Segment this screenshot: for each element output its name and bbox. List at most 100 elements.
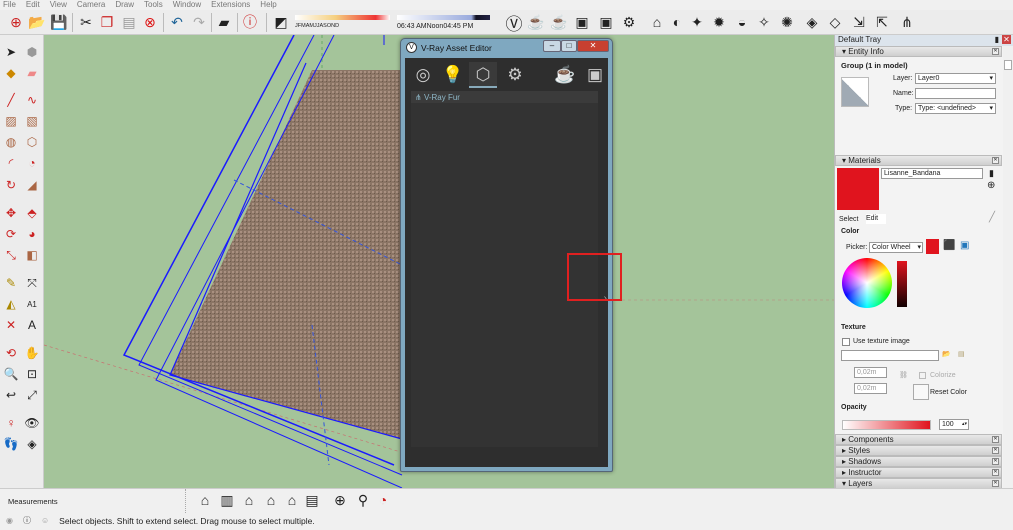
extension-warehouse-icon[interactable]: ⌂ [262,491,280,509]
menu-edit[interactable]: Edit [26,0,40,10]
components-header[interactable]: ▸ Components ✕ [835,434,1002,445]
close-icon[interactable]: ✕ [992,480,999,487]
tab-lights[interactable]: 💡 [439,62,467,88]
vray-interactive-icon[interactable]: ▣ [573,13,591,31]
vray-ambient-icon[interactable]: ✺ [778,13,796,31]
close-icon[interactable]: ✕ [992,436,999,443]
close-button[interactable]: ✕ [577,40,609,52]
vray-plane-icon[interactable]: ◇ [826,13,844,31]
vray-light-icon[interactable]: ⌂ [648,13,666,31]
new-icon[interactable]: ⊕ [7,13,25,31]
two-point-arc-icon[interactable]: ◢ [24,177,40,193]
entity-info-header[interactable]: ▾ Entity Info ✕ [835,46,1002,57]
frame-buffer-icon[interactable]: ▣ [581,62,609,88]
copy-icon[interactable]: ❐ [98,13,116,31]
photo-textures-icon[interactable]: ◔ [374,491,392,509]
follow-me-icon[interactable]: ◕ [24,226,40,242]
opacity-slider[interactable] [842,420,931,430]
zoom-window-icon[interactable]: ⊡ [24,366,40,382]
open-folder-icon[interactable]: 📂 [28,13,46,31]
circle-icon[interactable]: ◍ [3,134,19,150]
redo-icon[interactable]: ↷ [190,13,208,31]
picker-select[interactable]: Color Wheel ▾ [869,242,923,253]
shadows-toggle-icon[interactable]: ◩ [272,13,290,31]
user-icon[interactable]: ☺ [41,516,49,525]
make-component-icon[interactable]: ⬢ [24,44,40,60]
vray-fur-icon[interactable]: ⋔ [898,13,916,31]
geo-status-icon[interactable]: ◉ [6,516,13,525]
display-secondary-icon[interactable]: ▮ [989,168,994,179]
edit-texture-icon[interactable]: ▤ [958,350,965,358]
render-teapot-icon[interactable]: ☕ [551,62,579,88]
home-icon[interactable]: ⌂ [240,491,258,509]
previous-view-icon[interactable]: ↩ [3,387,19,403]
vray-render-icon[interactable]: ☕ [550,13,568,31]
vray-dome-icon[interactable]: ◒ [733,13,751,31]
menu-camera[interactable]: Camera [77,0,105,10]
texture-path-input[interactable] [841,350,939,361]
zoom-icon[interactable]: 🔍 [3,366,19,382]
paste-icon[interactable]: ▤ [120,13,138,31]
save-icon[interactable]: 💾 [50,13,68,31]
browse-folder-icon[interactable]: 📂 [942,350,951,358]
position-camera-icon[interactable]: ♀ [3,415,19,431]
name-input[interactable] [915,88,996,99]
colorize-checkbox[interactable] [919,372,926,379]
menu-view[interactable]: View [50,0,67,10]
reset-color-swatch[interactable] [913,384,929,400]
3d-text-icon[interactable]: A [24,317,40,333]
undo-icon[interactable]: ↶ [168,13,186,31]
vray-ies-icon[interactable]: ✦ [688,13,706,31]
select-arrow-icon[interactable]: ➤ [3,44,19,60]
geo-location-icon[interactable]: ⊕ [331,491,349,509]
brightness-slider[interactable] [897,261,907,307]
tab-geometry[interactable]: ⬡ [469,62,497,88]
vray-omni-icon[interactable]: ✹ [710,13,728,31]
cut-icon[interactable]: ✂ [77,13,95,31]
menu-draw[interactable]: Draw [115,0,134,10]
shadows-header[interactable]: ▸ Shadows ✕ [835,456,1002,467]
use-texture-checkbox[interactable] [842,338,850,346]
close-icon[interactable]: ✕ [992,447,999,454]
axes-icon[interactable]: ✕ [3,317,19,333]
vray-frame-buffer-icon[interactable]: ▣ [597,13,615,31]
scale-icon[interactable]: ⤡ [3,247,19,263]
polygon-icon[interactable]: ⬡ [24,134,40,150]
building-icon[interactable]: ▤ [303,491,321,509]
vray-teapot-icon[interactable]: ☕ [527,13,545,31]
dimension-icon[interactable]: ⤧ [24,275,40,291]
vray-asset-editor-icon[interactable]: ⚙ [620,13,638,31]
vray-import-proxy-icon[interactable]: ⇱ [873,13,891,31]
rotate-icon[interactable]: ⟳ [3,226,19,242]
month-slider[interactable]: JFMAMJJASOND [295,15,390,29]
texture-width-input[interactable]: 0,02m [854,367,887,378]
pan-icon[interactable]: ✋ [24,345,40,361]
tray-scrollbar[interactable] [1003,46,1013,488]
tab-settings[interactable]: ⚙ [501,62,529,88]
erase-icon[interactable]: ⊗ [141,13,159,31]
add-location-icon[interactable]: ⚲ [354,491,372,509]
house-outline-icon[interactable]: ⌂ [283,491,301,509]
menu-extensions[interactable]: Extensions [211,0,250,10]
share-component-icon[interactable]: ▥ [218,491,236,509]
vray-logo-icon[interactable]: Ⓥ [505,13,523,34]
color-wheel[interactable] [842,258,892,308]
text-icon[interactable]: A1 [24,296,40,312]
close-icon[interactable]: ✕ [992,458,999,465]
warehouse-icon[interactable]: ⌂ [196,491,214,509]
offset-icon[interactable]: ◧ [24,247,40,263]
push-pull-icon[interactable]: ⬘ [24,205,40,221]
model-info-icon[interactable]: ⓘ [241,13,259,31]
protractor-icon[interactable]: ◭ [3,296,19,312]
menu-tools[interactable]: Tools [144,0,163,10]
maximize-button[interactable]: □ [561,40,577,52]
scrollbar-thumb[interactable] [1004,60,1012,70]
layer-select[interactable]: Layer0 ▾ [915,73,996,84]
menu-file[interactable]: File [3,0,16,10]
lock-aspect-icon[interactable]: ⛓ [899,371,908,379]
reset-color-label[interactable]: Reset Color [930,389,967,396]
pin-icon[interactable]: ▮ [995,35,999,44]
print-icon[interactable]: ▰ [215,13,233,31]
create-material-icon[interactable]: ⊕ [987,180,995,191]
tab-edit[interactable]: Edit [866,214,887,224]
